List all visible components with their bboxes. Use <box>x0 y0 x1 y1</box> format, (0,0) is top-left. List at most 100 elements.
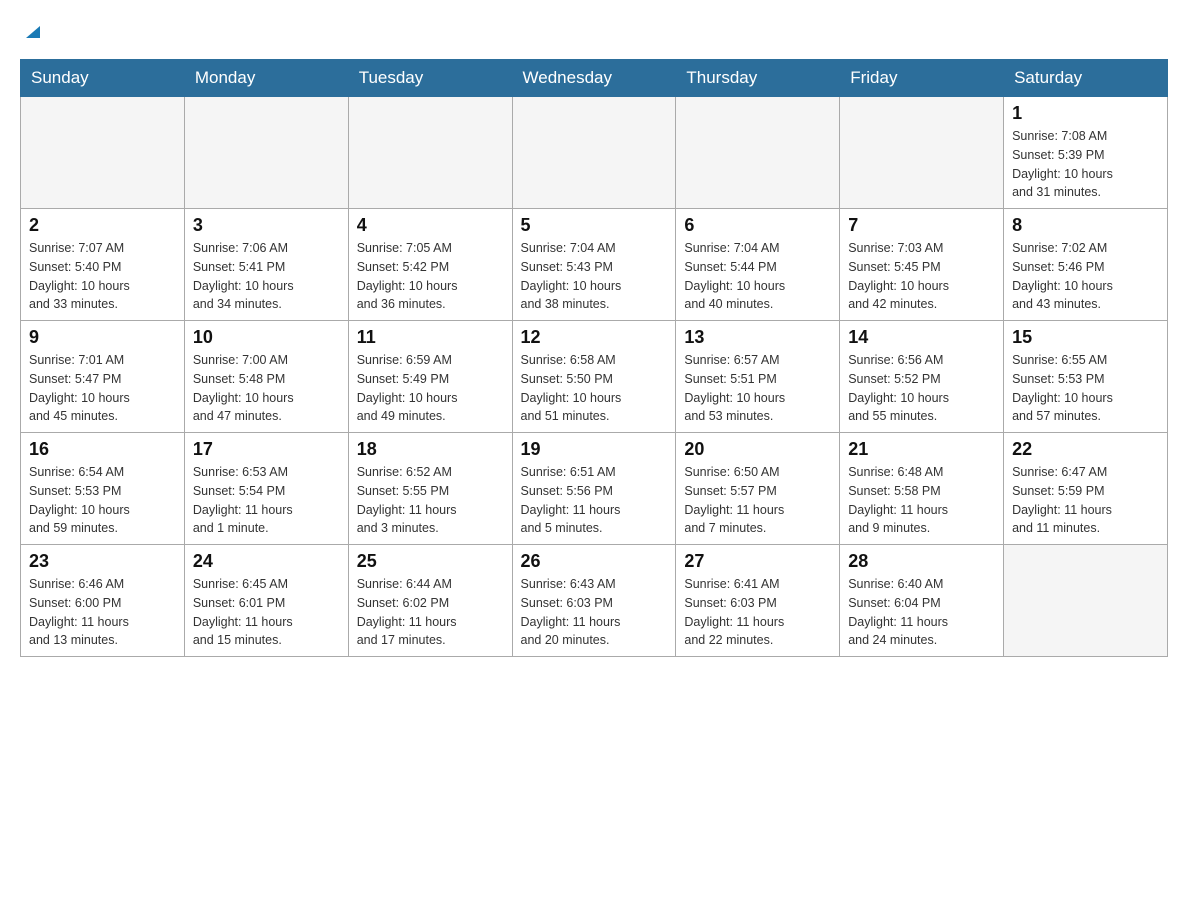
calendar-day-cell: 9 Sunrise: 7:01 AMSunset: 5:47 PMDaylight… <box>21 321 185 433</box>
day-info: Sunrise: 6:40 AMSunset: 6:04 PMDaylight:… <box>848 575 995 650</box>
day-info: Sunrise: 6:52 AMSunset: 5:55 PMDaylight:… <box>357 463 504 538</box>
calendar-day-cell <box>348 97 512 209</box>
calendar-day-cell: 2Sunrise: 7:07 AMSunset: 5:40 PMDaylight… <box>21 209 185 321</box>
day-info: Sunrise: 6:57 AMSunset: 5:51 PMDaylight:… <box>684 351 831 426</box>
calendar-day-cell: 21 Sunrise: 6:48 AMSunset: 5:58 PMDayligh… <box>840 433 1004 545</box>
day-number: 25 <box>357 551 504 572</box>
day-number: 23 <box>29 551 176 572</box>
calendar-day-cell: 16 Sunrise: 6:54 AMSunset: 5:53 PMDayligh… <box>21 433 185 545</box>
day-info: Sunrise: 7:03 AMSunset: 5:45 PMDaylight:… <box>848 239 995 314</box>
calendar-day-cell: 10Sunrise: 7:00 AMSunset: 5:48 PMDayligh… <box>184 321 348 433</box>
day-number: 5 <box>521 215 668 236</box>
column-header-saturday: Saturday <box>1004 60 1168 97</box>
column-header-friday: Friday <box>840 60 1004 97</box>
calendar-day-cell <box>840 97 1004 209</box>
calendar-day-cell: 15 Sunrise: 6:55 AMSunset: 5:53 PMDayligh… <box>1004 321 1168 433</box>
day-info: Sunrise: 6:47 AMSunset: 5:59 PMDaylight:… <box>1012 463 1159 538</box>
day-number: 21 <box>848 439 995 460</box>
day-info: Sunrise: 7:02 AMSunset: 5:46 PMDaylight:… <box>1012 239 1159 314</box>
day-info: Sunrise: 6:51 AMSunset: 5:56 PMDaylight:… <box>521 463 668 538</box>
day-number: 28 <box>848 551 995 572</box>
calendar-day-cell: 4 Sunrise: 7:05 AMSunset: 5:42 PMDaylight… <box>348 209 512 321</box>
day-info: Sunrise: 6:46 AMSunset: 6:00 PMDaylight:… <box>29 575 176 650</box>
calendar-week-row: 16 Sunrise: 6:54 AMSunset: 5:53 PMDayligh… <box>21 433 1168 545</box>
day-number: 17 <box>193 439 340 460</box>
day-number: 22 <box>1012 439 1159 460</box>
calendar-day-cell: 20 Sunrise: 6:50 AMSunset: 5:57 PMDayligh… <box>676 433 840 545</box>
calendar-day-cell <box>1004 545 1168 657</box>
day-number: 8 <box>1012 215 1159 236</box>
day-number: 4 <box>357 215 504 236</box>
day-number: 7 <box>848 215 995 236</box>
column-header-wednesday: Wednesday <box>512 60 676 97</box>
calendar-week-row: 23 Sunrise: 6:46 AMSunset: 6:00 PMDayligh… <box>21 545 1168 657</box>
calendar-day-cell <box>512 97 676 209</box>
calendar-day-cell <box>676 97 840 209</box>
day-info: Sunrise: 6:48 AMSunset: 5:58 PMDaylight:… <box>848 463 995 538</box>
calendar-day-cell <box>21 97 185 209</box>
day-info: Sunrise: 6:45 AMSunset: 6:01 PMDaylight:… <box>193 575 340 650</box>
day-number: 11 <box>357 327 504 348</box>
day-info: Sunrise: 6:41 AMSunset: 6:03 PMDaylight:… <box>684 575 831 650</box>
column-header-tuesday: Tuesday <box>348 60 512 97</box>
day-info: Sunrise: 6:58 AMSunset: 5:50 PMDaylight:… <box>521 351 668 426</box>
calendar-day-cell: 19 Sunrise: 6:51 AMSunset: 5:56 PMDayligh… <box>512 433 676 545</box>
calendar-day-cell: 24 Sunrise: 6:45 AMSunset: 6:01 PMDayligh… <box>184 545 348 657</box>
day-info: Sunrise: 7:07 AMSunset: 5:40 PMDaylight:… <box>29 239 176 314</box>
day-info: Sunrise: 7:04 AMSunset: 5:43 PMDaylight:… <box>521 239 668 314</box>
calendar-day-cell: 6 Sunrise: 7:04 AMSunset: 5:44 PMDaylight… <box>676 209 840 321</box>
calendar-day-cell: 25 Sunrise: 6:44 AMSunset: 6:02 PMDayligh… <box>348 545 512 657</box>
day-info: Sunrise: 7:01 AMSunset: 5:47 PMDaylight:… <box>29 351 176 426</box>
day-number: 27 <box>684 551 831 572</box>
day-info: Sunrise: 7:04 AMSunset: 5:44 PMDaylight:… <box>684 239 831 314</box>
day-number: 6 <box>684 215 831 236</box>
calendar-week-row: 9 Sunrise: 7:01 AMSunset: 5:47 PMDaylight… <box>21 321 1168 433</box>
calendar-day-cell: 12 Sunrise: 6:58 AMSunset: 5:50 PMDayligh… <box>512 321 676 433</box>
day-info: Sunrise: 6:50 AMSunset: 5:57 PMDaylight:… <box>684 463 831 538</box>
column-header-monday: Monday <box>184 60 348 97</box>
calendar-day-cell: 7 Sunrise: 7:03 AMSunset: 5:45 PMDaylight… <box>840 209 1004 321</box>
day-info: Sunrise: 6:53 AMSunset: 5:54 PMDaylight:… <box>193 463 340 538</box>
day-number: 10 <box>193 327 340 348</box>
calendar-day-cell: 22 Sunrise: 6:47 AMSunset: 5:59 PMDayligh… <box>1004 433 1168 545</box>
calendar-day-cell: 5 Sunrise: 7:04 AMSunset: 5:43 PMDaylight… <box>512 209 676 321</box>
day-info: Sunrise: 6:55 AMSunset: 5:53 PMDaylight:… <box>1012 351 1159 426</box>
calendar-day-cell: 18 Sunrise: 6:52 AMSunset: 5:55 PMDayligh… <box>348 433 512 545</box>
day-info: Sunrise: 7:05 AMSunset: 5:42 PMDaylight:… <box>357 239 504 314</box>
calendar-day-cell: 1Sunrise: 7:08 AMSunset: 5:39 PMDaylight… <box>1004 97 1168 209</box>
page-header <box>20 20 1168 49</box>
calendar-day-cell: 3 Sunrise: 7:06 AMSunset: 5:41 PMDaylight… <box>184 209 348 321</box>
logo-arrow-icon <box>22 20 44 47</box>
day-number: 20 <box>684 439 831 460</box>
calendar-day-cell: 26 Sunrise: 6:43 AMSunset: 6:03 PMDayligh… <box>512 545 676 657</box>
day-info: Sunrise: 6:44 AMSunset: 6:02 PMDaylight:… <box>357 575 504 650</box>
day-number: 3 <box>193 215 340 236</box>
calendar-day-cell: 13 Sunrise: 6:57 AMSunset: 5:51 PMDayligh… <box>676 321 840 433</box>
calendar-day-cell: 14 Sunrise: 6:56 AMSunset: 5:52 PMDayligh… <box>840 321 1004 433</box>
day-number: 26 <box>521 551 668 572</box>
day-number: 18 <box>357 439 504 460</box>
calendar-day-cell: 8 Sunrise: 7:02 AMSunset: 5:46 PMDaylight… <box>1004 209 1168 321</box>
day-info: Sunrise: 6:56 AMSunset: 5:52 PMDaylight:… <box>848 351 995 426</box>
calendar-week-row: 2Sunrise: 7:07 AMSunset: 5:40 PMDaylight… <box>21 209 1168 321</box>
day-number: 13 <box>684 327 831 348</box>
day-number: 14 <box>848 327 995 348</box>
day-number: 12 <box>521 327 668 348</box>
day-info: Sunrise: 6:54 AMSunset: 5:53 PMDaylight:… <box>29 463 176 538</box>
day-number: 19 <box>521 439 668 460</box>
calendar-table: SundayMondayTuesdayWednesdayThursdayFrid… <box>20 59 1168 657</box>
calendar-header-row: SundayMondayTuesdayWednesdayThursdayFrid… <box>21 60 1168 97</box>
day-number: 9 <box>29 327 176 348</box>
calendar-day-cell: 17 Sunrise: 6:53 AMSunset: 5:54 PMDayligh… <box>184 433 348 545</box>
day-number: 1 <box>1012 103 1159 124</box>
logo <box>20 20 44 49</box>
calendar-day-cell: 11 Sunrise: 6:59 AMSunset: 5:49 PMDayligh… <box>348 321 512 433</box>
day-number: 15 <box>1012 327 1159 348</box>
day-info: Sunrise: 6:43 AMSunset: 6:03 PMDaylight:… <box>521 575 668 650</box>
calendar-day-cell: 23 Sunrise: 6:46 AMSunset: 6:00 PMDayligh… <box>21 545 185 657</box>
day-number: 16 <box>29 439 176 460</box>
calendar-day-cell: 27 Sunrise: 6:41 AMSunset: 6:03 PMDayligh… <box>676 545 840 657</box>
day-info: Sunrise: 7:06 AMSunset: 5:41 PMDaylight:… <box>193 239 340 314</box>
day-info: Sunrise: 6:59 AMSunset: 5:49 PMDaylight:… <box>357 351 504 426</box>
day-number: 24 <box>193 551 340 572</box>
